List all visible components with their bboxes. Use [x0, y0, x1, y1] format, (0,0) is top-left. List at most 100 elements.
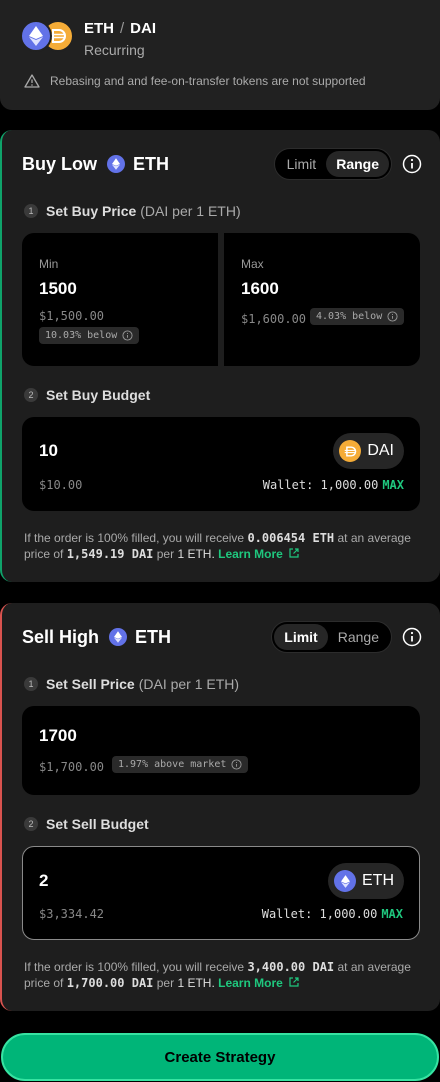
pair-card: ETH / DAI Recurring Rebasing and and fee-o… [0, 0, 440, 110]
buy-budget-token[interactable]: DAI [333, 433, 404, 469]
eth-icon [109, 628, 128, 646]
sell-mode-limit[interactable]: Limit [274, 624, 328, 650]
sell-high-card: Sell High ETH Limit Range 1 Set Sell Pri… [0, 603, 440, 1011]
pair-quote: DAI [130, 20, 157, 37]
buy-wallet-balance: Wallet: 1,000.00 [262, 478, 379, 492]
min-chip-text: 10.03% below [45, 330, 118, 341]
sell-header: Sell High ETH Limit Range [22, 621, 422, 653]
learn-more-label: Learn More [218, 976, 283, 990]
pair-title: ETH / DAI [84, 20, 156, 37]
sell-chip-text: 1.97% above market [118, 759, 227, 770]
buy-mode-limit[interactable]: Limit [277, 151, 327, 177]
learn-more-label: Learn More [218, 547, 283, 561]
learn-more-link[interactable]: Learn More [218, 976, 299, 990]
min-market-chip: 10.03% below [39, 327, 140, 344]
pair-header: ETH / DAI Recurring [20, 20, 156, 58]
buy-step2-label: Set Buy Budget [46, 387, 151, 403]
step-number: 1 [24, 204, 38, 218]
sell-price-panel[interactable]: 1700 $1,700.00 1.97% above market [22, 706, 420, 795]
step-number: 2 [24, 817, 38, 831]
buy-budget-usd: $10.00 [39, 478, 83, 492]
buy-budget-panel: 10 DAI $10.00 Wallet: 1,000.00 MAX [22, 417, 420, 511]
sell-wallet: Wallet: 1,000.00 MAX [262, 907, 403, 921]
external-link-icon [289, 548, 299, 558]
buy-title: Buy Low [22, 153, 97, 174]
sell-budget-token-label: ETH [362, 872, 394, 889]
eth-icon [107, 155, 125, 173]
note-text: per [156, 547, 175, 561]
note-amount: 3,400.00 DAI [247, 960, 335, 974]
max-label: Max [241, 257, 264, 271]
max-usd: $1,600.00 [241, 312, 307, 326]
buy-header: Buy Low ETH Limit Range [22, 148, 422, 180]
buy-step1-label: Set Buy Price [46, 203, 137, 219]
warning-icon [24, 74, 40, 88]
step-number: 2 [24, 388, 38, 402]
step-number: 1 [24, 677, 38, 691]
buy-fill-note: If the order is 100% filled, you will re… [24, 530, 418, 562]
note-amount: 0.006454 ETH [247, 531, 335, 545]
learn-more-link[interactable]: Learn More [218, 547, 299, 561]
create-strategy-button[interactable]: Create Strategy [1, 1033, 439, 1081]
eth-icon [334, 870, 356, 892]
note-text: per [156, 976, 175, 990]
buy-max-panel[interactable]: Max 1600 $1,600.00 4.03% below [224, 233, 420, 366]
note-price: 1,700.00 DAI [66, 976, 154, 990]
max-market-chip: 4.03% below [310, 308, 405, 325]
min-usd: $1,500.00 [39, 309, 105, 323]
info-icon[interactable] [402, 627, 422, 647]
buy-mode-toggle: Limit Range [273, 148, 392, 180]
buy-max-button[interactable]: MAX [382, 478, 404, 492]
sell-price-usd: $1,700.00 [39, 760, 105, 774]
sell-budget-usd: $3,334.42 [39, 907, 105, 921]
buy-budget-input[interactable]: 10 [39, 441, 58, 461]
sell-token: ETH [135, 626, 172, 647]
buy-token: ETH [133, 153, 169, 174]
info-icon [122, 330, 133, 341]
info-icon[interactable] [402, 154, 422, 174]
info-icon [231, 759, 242, 770]
token-warning: Rebasing and and fee-on-transfer tokens … [24, 73, 366, 89]
sell-step2-label: Set Sell Budget [46, 816, 149, 832]
sell-mode-toggle: Limit Range [271, 621, 392, 653]
sell-budget-token[interactable]: ETH [328, 863, 404, 899]
note-unit: 1 ETH. [177, 976, 215, 990]
sell-max-button[interactable]: MAX [381, 907, 403, 921]
pair-icons [20, 20, 76, 52]
note-text: If the order is 100% filled, you will re… [24, 531, 245, 545]
buy-step-budget: 2 Set Buy Budget [24, 387, 150, 403]
buy-step1-unit: (DAI per 1 ETH) [140, 203, 241, 219]
pair-base: ETH [84, 20, 114, 37]
sell-step1-label: Set Sell Price [46, 676, 135, 692]
sell-price-input[interactable]: 1700 [39, 726, 77, 746]
buy-mode-range[interactable]: Range [326, 151, 389, 177]
max-chip-text: 4.03% below [316, 311, 383, 322]
buy-low-card: Buy Low ETH Limit Range 1 Set Buy Price … [0, 130, 440, 582]
sell-market-chip: 1.97% above market [112, 756, 249, 773]
strategy-type: Recurring [84, 42, 145, 58]
dai-icon [339, 440, 362, 462]
sell-mode-range[interactable]: Range [328, 624, 389, 650]
eth-icon [20, 20, 52, 52]
note-price: 1,549.19 DAI [66, 547, 154, 561]
buy-step-price: 1 Set Buy Price (DAI per 1 ETH) [24, 203, 241, 219]
buy-wallet: Wallet: 1,000.00 MAX [263, 478, 404, 492]
sell-fill-note: If the order is 100% filled, you will re… [24, 959, 418, 991]
sell-step-budget: 2 Set Sell Budget [24, 816, 149, 832]
sell-budget-panel: 2 ETH $3,334.42 Wallet: 1,000.00 MAX [22, 846, 420, 940]
max-price-input[interactable]: 1600 [241, 279, 279, 299]
min-label: Min [39, 257, 59, 271]
buy-budget-token-label: DAI [367, 442, 394, 459]
sell-step-price: 1 Set Sell Price (DAI per 1 ETH) [24, 676, 239, 692]
buy-min-panel[interactable]: Min 1500 $1,500.00 10.03% below [22, 233, 218, 366]
warning-text: Rebasing and and fee-on-transfer tokens … [50, 74, 366, 88]
sell-budget-input[interactable]: 2 [39, 871, 48, 891]
sell-wallet-balance: Wallet: 1,000.00 [261, 907, 378, 921]
sell-step1-unit: (DAI per 1 ETH) [138, 676, 240, 692]
min-price-input[interactable]: 1500 [39, 279, 77, 299]
note-unit: 1 ETH. [177, 547, 215, 561]
sell-title: Sell High [22, 626, 100, 647]
note-text: If the order is 100% filled, you will re… [24, 960, 245, 974]
external-link-icon [289, 977, 299, 987]
info-icon [387, 311, 398, 322]
